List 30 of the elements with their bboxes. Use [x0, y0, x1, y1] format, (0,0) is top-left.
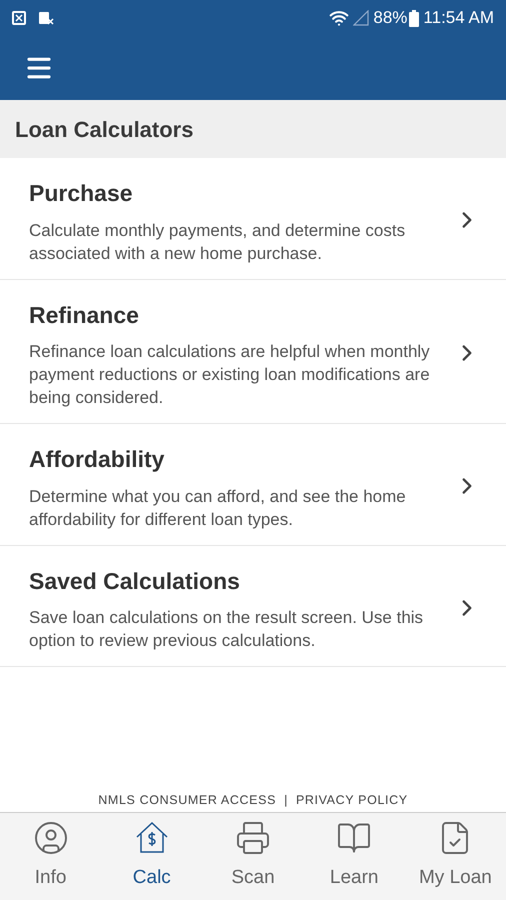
calculator-item[interactable]: Saved Calculations Save loan calculations on the result screen. Use this option to review previous calculations.: [0, 546, 506, 667]
item-description: Save loan calculations on the result screen. Use this option to review previous calculations.: [29, 607, 424, 652]
footer-link[interactable]: PRIVACY POLICY: [296, 791, 408, 810]
item-description: Determine what you can afford, and see the home affordability for different loan types.: [29, 486, 407, 530]
separator: |: [284, 792, 288, 810]
item-description: Calculate monthly payments, and determine costs associated with a new home purchase.: [29, 220, 406, 264]
footer-link[interactable]: NMLS CONSUMER ACCESS: [98, 791, 276, 810]
calculator-item[interactable]: Refinance Refinance loan calculations are helpful when monthly payment reductions or existing loan modifications are being considered.: [0, 280, 506, 424]
calculator-item[interactable]: Affordability Determine what you can afford, and see the home affordability for different loan types.: [0, 424, 506, 546]
tab-button[interactable]: Learn: [304, 813, 405, 900]
tab-button[interactable]: Calc: [101, 813, 202, 900]
battery-icon: [409, 10, 420, 26]
section-title: Loan Calculators: [15, 116, 194, 144]
tab-button[interactable]: My Loan: [404, 813, 506, 900]
signal-icon: [353, 10, 370, 26]
item-title: Refinance: [29, 300, 140, 330]
battery-percent: 88%: [373, 7, 408, 30]
item-title: Purchase: [29, 179, 134, 208]
printer-icon: [235, 820, 271, 856]
clock-time: 11:54 AM: [423, 7, 494, 30]
tab-button[interactable]: Info: [0, 813, 102, 900]
tab-button[interactable]: Scan: [202, 813, 304, 900]
user-icon: [32, 820, 69, 856]
calculator-item[interactable]: Purchase Calculate monthly payments, and determine costs associated with a new home purchase.: [0, 158, 506, 280]
wifi-icon: [329, 8, 350, 28]
notification-icon: [12, 11, 26, 25]
item-title: Affordability: [29, 445, 166, 474]
item-description: Refinance loan calculations are helpful when monthly payment reductions or existing loan modifications are being considered.: [29, 341, 431, 409]
item-title: Saved Calculations: [29, 566, 241, 596]
notification-icon: [38, 11, 54, 25]
